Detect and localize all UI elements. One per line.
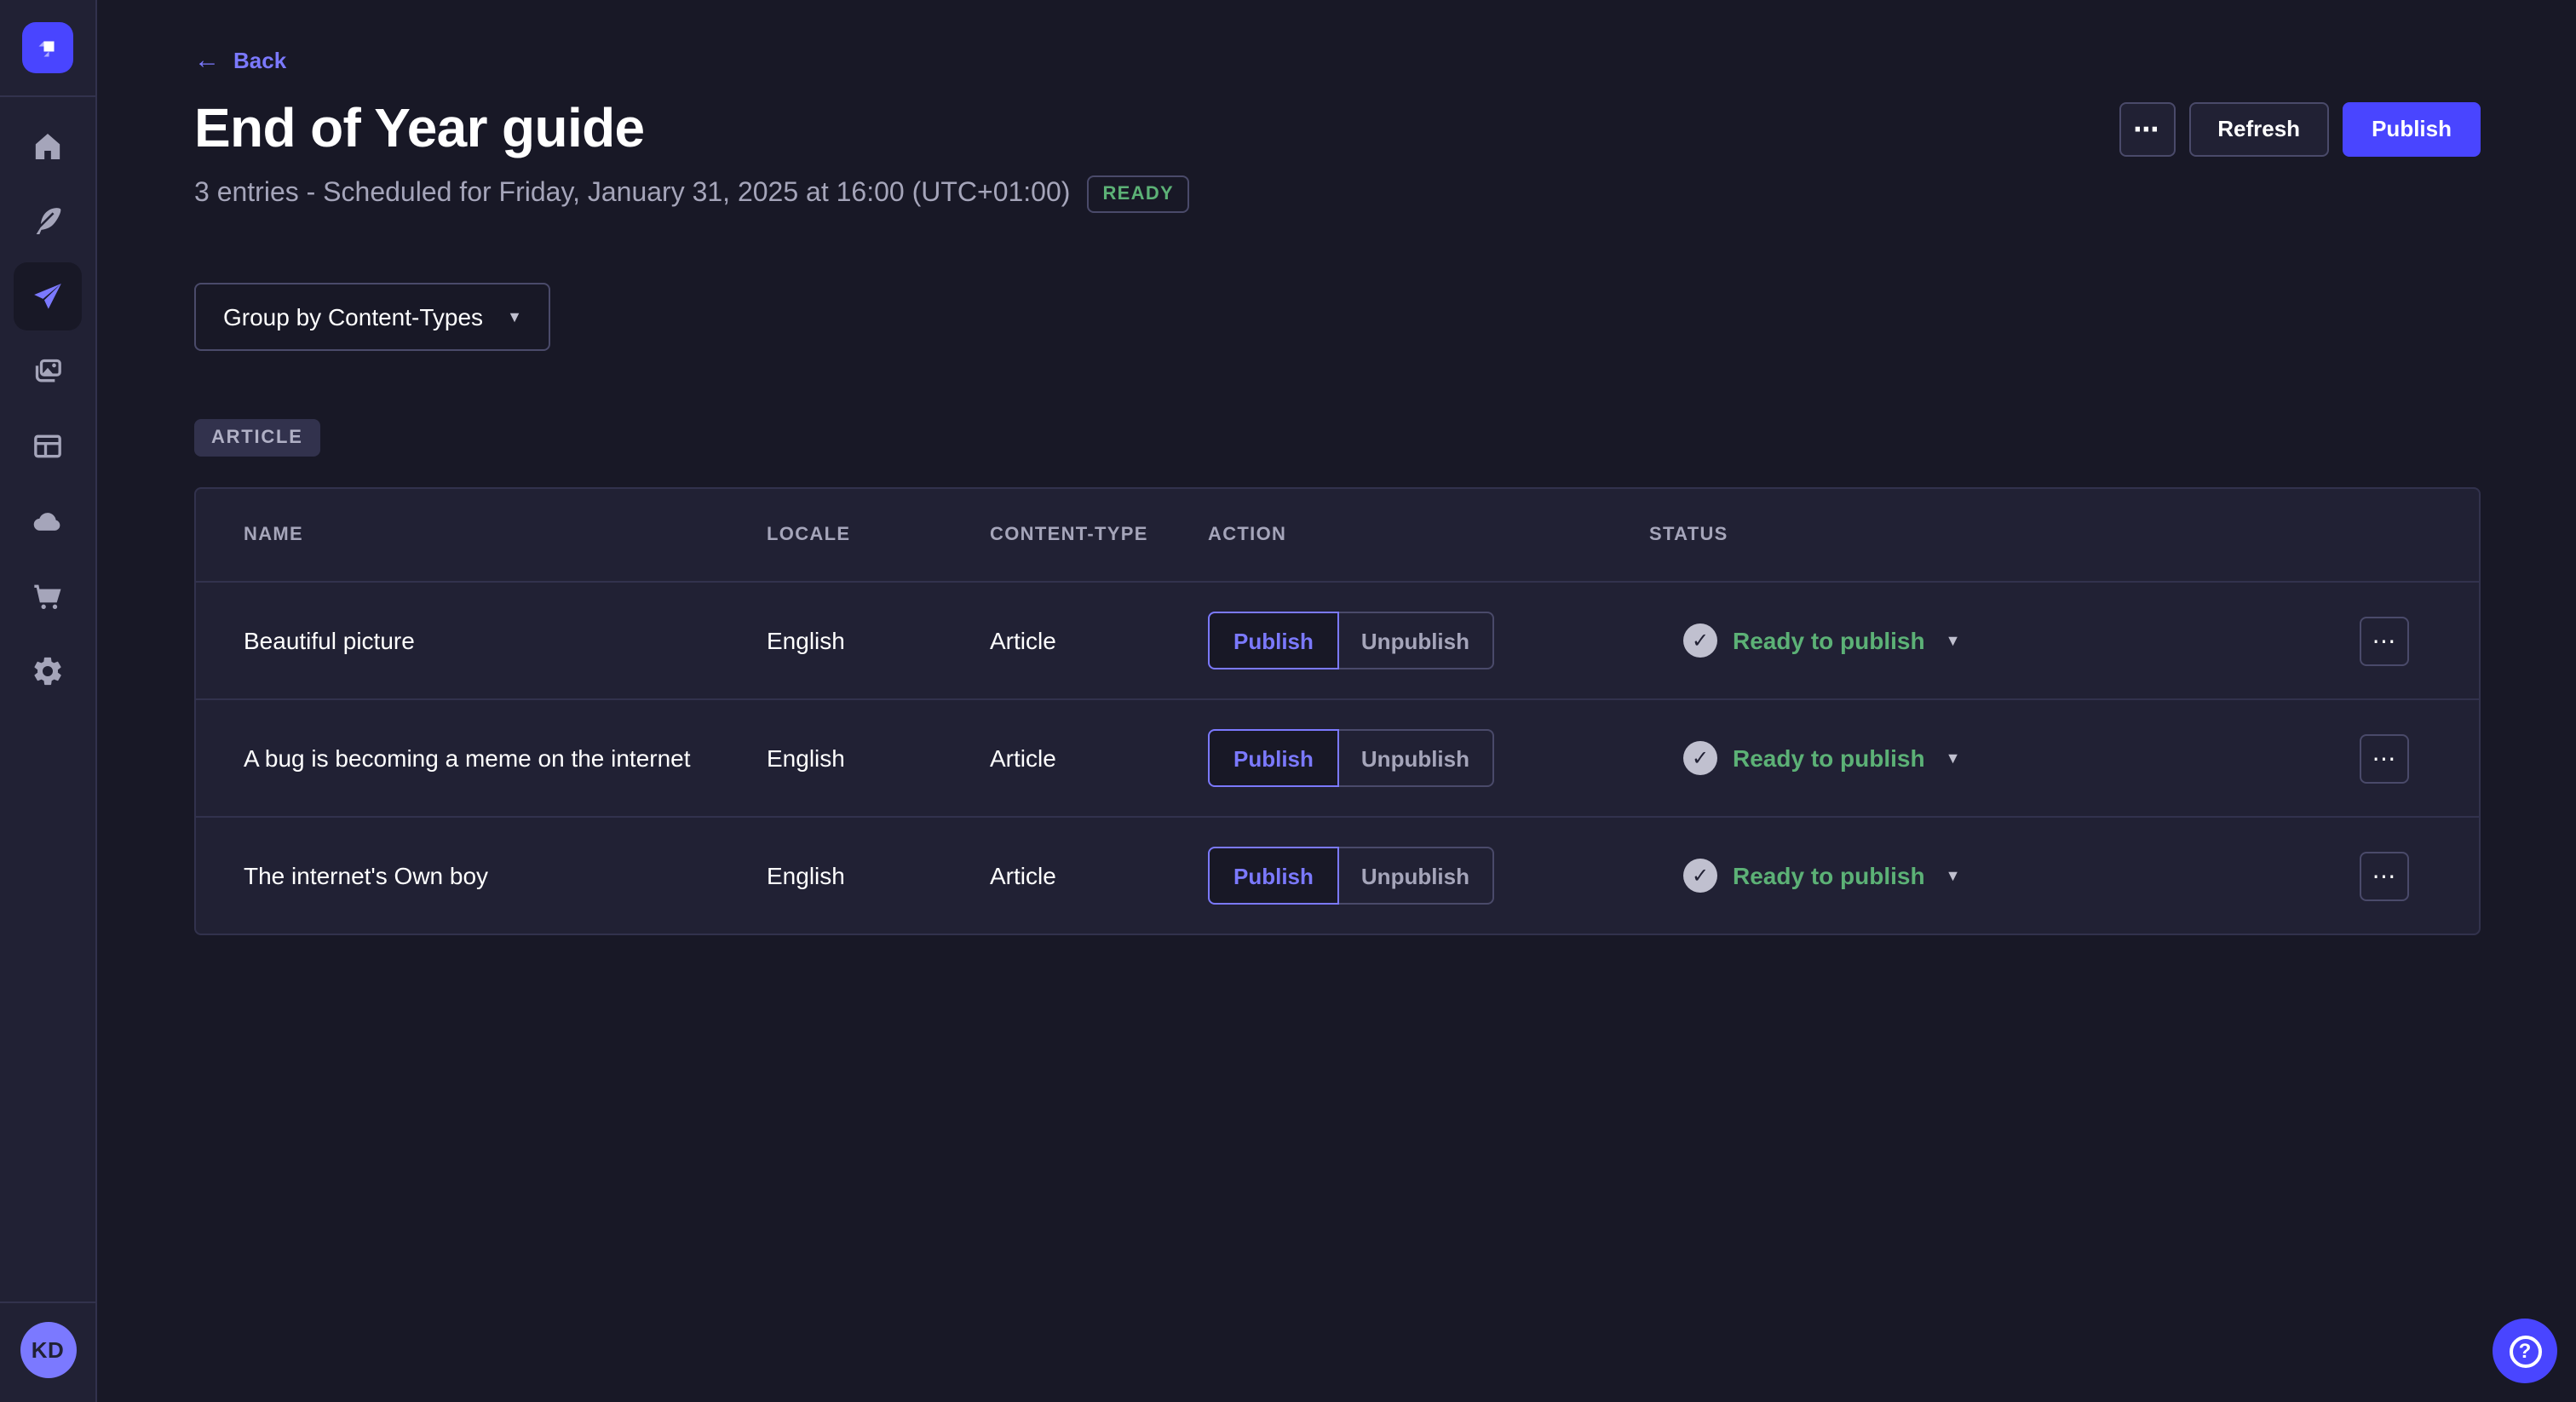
more-icon: ⋯ xyxy=(2372,861,2397,890)
row-unpublish-button[interactable]: Unpublish xyxy=(1339,612,1493,669)
cart-icon xyxy=(31,579,65,613)
chevron-down-icon: ▼ xyxy=(1946,868,1961,883)
sidebar-item-settings[interactable] xyxy=(14,637,82,705)
home-icon xyxy=(31,129,65,164)
check-circle-icon: ✓ xyxy=(1683,859,1717,893)
help-button[interactable]: ? xyxy=(2493,1319,2557,1383)
refresh-button[interactable]: Refresh xyxy=(2188,101,2329,156)
media-icon xyxy=(31,354,65,388)
column-header-action: ACTION xyxy=(1208,525,1649,545)
sidebar-nav xyxy=(14,112,82,705)
sidebar-item-content-manager[interactable] xyxy=(14,187,82,256)
chevron-down-icon: ▼ xyxy=(1946,750,1961,766)
column-header-locale: LOCALE xyxy=(767,525,990,545)
entry-locale: English xyxy=(767,744,990,772)
release-subtitle: 3 entries - Scheduled for Friday, Januar… xyxy=(194,179,1070,210)
more-icon: ⋯ xyxy=(2372,744,2397,773)
header-actions: ⋯ Refresh Publish xyxy=(2119,101,2481,156)
row-publish-button[interactable]: Publish xyxy=(1208,612,1339,669)
row-unpublish-button[interactable]: Unpublish xyxy=(1339,847,1493,905)
chevron-down-icon: ▼ xyxy=(1946,633,1961,648)
status-label: Ready to publish xyxy=(1733,862,1925,889)
column-header-name: NAME xyxy=(196,525,767,545)
table-body: Beautiful picture English Article Publis… xyxy=(196,581,2479,934)
more-icon: ⋯ xyxy=(2372,626,2397,655)
entry-name: Beautiful picture xyxy=(196,627,767,654)
row-more-button[interactable]: ⋯ xyxy=(2360,616,2409,665)
logo-container xyxy=(0,0,95,97)
entry-content-type: Article xyxy=(990,862,1208,889)
chevron-down-icon: ▼ xyxy=(507,309,522,325)
gear-icon xyxy=(31,654,65,688)
sidebar-item-home[interactable] xyxy=(14,112,82,181)
status-dropdown[interactable]: ✓ Ready to publish ▼ xyxy=(1683,623,1960,658)
group-by-label: Group by Content-Types xyxy=(223,303,483,330)
page-title: End of Year guide xyxy=(194,97,645,160)
send-icon xyxy=(31,279,65,313)
row-publish-button[interactable]: Publish xyxy=(1208,847,1339,905)
main-content: ← Back End of Year guide ⋯ Refresh Publi… xyxy=(97,0,2576,1402)
ready-status-badge: READY xyxy=(1087,175,1189,213)
table-row: A bug is becoming a meme on the internet… xyxy=(196,698,2479,816)
cloud-icon xyxy=(31,504,65,538)
publish-button[interactable]: Publish xyxy=(2343,101,2481,156)
strapi-mark-icon xyxy=(32,32,63,63)
entry-content-type: Article xyxy=(990,627,1208,654)
action-segmented-control: Publish Unpublish xyxy=(1208,729,1493,787)
sidebar-item-media-library[interactable] xyxy=(14,337,82,405)
column-header-status: STATUS xyxy=(1649,525,2360,545)
entry-name: A bug is becoming a meme on the internet xyxy=(196,744,767,772)
app-window: KD ← Back End of Year guide ⋯ Refresh Pu… xyxy=(0,0,2576,1402)
status-label: Ready to publish xyxy=(1733,744,1925,772)
sidebar-item-content-type-builder[interactable] xyxy=(14,412,82,480)
check-circle-icon: ✓ xyxy=(1683,623,1717,658)
back-label: Back xyxy=(233,48,286,73)
feather-icon xyxy=(31,204,65,238)
sidebar-item-releases[interactable] xyxy=(14,262,82,330)
table-row: The internet's Own boy English Article P… xyxy=(196,816,2479,934)
strapi-logo-icon[interactable] xyxy=(22,22,73,73)
status-dropdown[interactable]: ✓ Ready to publish ▼ xyxy=(1683,741,1960,775)
entry-locale: English xyxy=(767,862,990,889)
action-segmented-control: Publish Unpublish xyxy=(1208,612,1493,669)
action-segmented-control: Publish Unpublish xyxy=(1208,847,1493,905)
more-icon: ⋯ xyxy=(2133,113,2160,144)
row-publish-button[interactable]: Publish xyxy=(1208,729,1339,787)
column-header-content-type: CONTENT-TYPE xyxy=(990,525,1208,545)
help-icon: ? xyxy=(2509,1335,2541,1367)
sidebar-item-marketplace[interactable] xyxy=(14,562,82,630)
status-dropdown[interactable]: ✓ Ready to publish ▼ xyxy=(1683,859,1960,893)
entries-table: NAME LOCALE CONTENT-TYPE ACTION STATUS B… xyxy=(194,487,2481,935)
content-type-group-badge: ARTICLE xyxy=(194,419,320,457)
release-more-button[interactable]: ⋯ xyxy=(2119,101,2175,156)
check-circle-icon: ✓ xyxy=(1683,741,1717,775)
table-row: Beautiful picture English Article Publis… xyxy=(196,581,2479,698)
back-arrow-icon: ← xyxy=(194,48,220,73)
status-label: Ready to publish xyxy=(1733,627,1925,654)
table-header-row: NAME LOCALE CONTENT-TYPE ACTION STATUS xyxy=(196,489,2479,581)
sidebar: KD xyxy=(0,0,97,1402)
sidebar-item-deploy[interactable] xyxy=(14,487,82,555)
entry-content-type: Article xyxy=(990,744,1208,772)
row-more-button[interactable]: ⋯ xyxy=(2360,733,2409,783)
back-link[interactable]: ← Back xyxy=(194,48,286,73)
avatar[interactable]: KD xyxy=(20,1322,76,1378)
row-more-button[interactable]: ⋯ xyxy=(2360,851,2409,900)
layout-icon xyxy=(31,429,65,463)
group-by-dropdown[interactable]: Group by Content-Types ▼ xyxy=(194,283,551,351)
row-unpublish-button[interactable]: Unpublish xyxy=(1339,729,1493,787)
sidebar-footer: KD xyxy=(0,1301,95,1402)
entry-locale: English xyxy=(767,627,990,654)
entry-name: The internet's Own boy xyxy=(196,862,767,889)
